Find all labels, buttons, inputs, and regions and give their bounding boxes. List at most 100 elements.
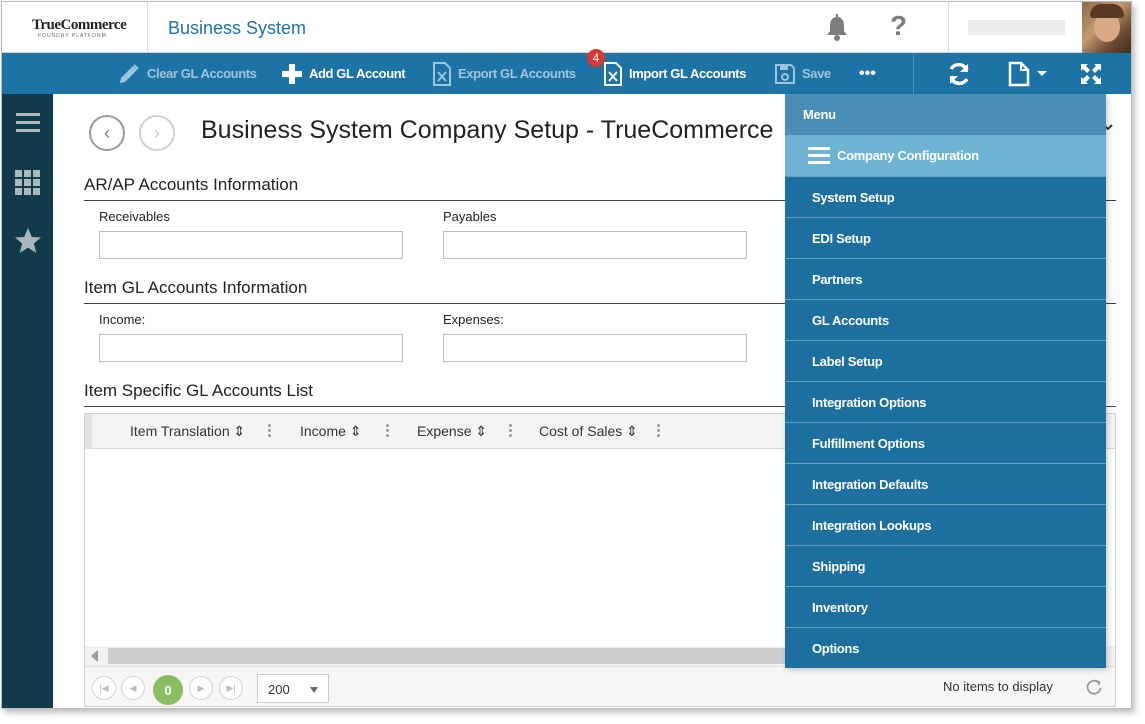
user-name-redacted — [968, 20, 1065, 35]
menu-item-fulfillment-options[interactable]: Fulfillment Options — [785, 422, 1106, 463]
pager-info: No items to display — [943, 679, 1053, 694]
arap-section-title: AR/AP Accounts Information — [84, 175, 298, 195]
expenses-input[interactable] — [443, 334, 747, 362]
menu-item-edi-setup[interactable]: EDI Setup — [785, 217, 1106, 258]
menu-item-shipping[interactable]: Shipping — [785, 545, 1106, 586]
income-label: Income: — [99, 312, 145, 327]
grid-icon[interactable] — [14, 168, 42, 196]
document-menu-button[interactable] — [1005, 60, 1051, 88]
column-label: Item Translation — [130, 423, 230, 439]
hamburger-icon[interactable] — [14, 109, 42, 137]
import-count-badge: 4 — [587, 49, 605, 67]
left-nav-rail — [2, 94, 53, 709]
item-gl-section-title: Item GL Accounts Information — [84, 278, 307, 298]
avatar-hair — [1090, 4, 1124, 18]
sort-icon: ⇕ — [234, 423, 246, 439]
refresh-icon[interactable] — [1085, 678, 1103, 696]
excel-import-icon — [603, 62, 623, 86]
last-page-button[interactable]: ▶| — [219, 676, 243, 700]
scrollbar-thumb[interactable] — [108, 648, 788, 664]
page-size-value: 200 — [268, 682, 290, 697]
column-menu-handle[interactable] — [386, 423, 390, 439]
logo[interactable]: TrueCommerce FOUNDRY PLATFORM — [2, 2, 148, 53]
payables-input[interactable] — [443, 231, 747, 259]
action-toolbar: Clear GL Accounts Add GL Account Export … — [2, 53, 1132, 94]
clear-gl-accounts-label: Clear GL Accounts — [147, 66, 257, 81]
menu-item-label-setup[interactable]: Label Setup — [785, 340, 1106, 381]
expenses-label: Expenses: — [443, 312, 504, 327]
excel-export-icon — [432, 62, 452, 86]
app-window: TrueCommerce FOUNDRY PLATFORM Business S… — [1, 1, 1132, 709]
menu-item-gl-accounts[interactable]: GL Accounts — [785, 299, 1106, 340]
receivables-input[interactable] — [99, 231, 403, 259]
menu-item-inventory[interactable]: Inventory — [785, 586, 1106, 627]
help-icon[interactable]: ? — [890, 10, 907, 42]
clear-gl-accounts-button[interactable]: Clear GL Accounts — [117, 53, 257, 94]
payables-label: Payables — [443, 209, 496, 224]
import-gl-accounts-button[interactable]: Import GL Accounts — [603, 53, 746, 94]
pencil-icon — [117, 62, 141, 86]
receivables-label: Receivables — [99, 209, 170, 224]
export-gl-accounts-label: Export GL Accounts — [458, 66, 576, 81]
column-header-cost-of-sales[interactable]: Cost of Sales ⇕ — [539, 423, 638, 440]
menu-item-integration-defaults[interactable]: Integration Defaults — [785, 463, 1106, 504]
scroll-left-icon[interactable] — [91, 650, 98, 662]
back-button[interactable]: ‹ — [89, 115, 125, 151]
column-label: Income — [300, 423, 346, 439]
bell-icon[interactable] — [824, 14, 850, 42]
first-page-button[interactable]: |◀ — [92, 676, 116, 700]
menu-company-configuration[interactable]: Company Configuration — [785, 135, 1106, 176]
save-label: Save — [802, 66, 831, 81]
user-menu[interactable] — [948, 2, 1132, 53]
sort-icon: ⇕ — [475, 423, 487, 439]
avatar[interactable] — [1082, 2, 1132, 53]
document-icon — [1008, 61, 1030, 87]
column-header-income[interactable]: Income ⇕ — [300, 423, 362, 440]
chevron-down-icon — [310, 687, 318, 693]
page-size-select[interactable]: 200 — [257, 674, 329, 703]
menu-item-system-setup[interactable]: System Setup — [785, 176, 1106, 217]
refresh-icon[interactable] — [944, 60, 974, 88]
more-actions-button[interactable]: ••• — [859, 53, 876, 94]
star-icon[interactable] — [14, 227, 42, 255]
menu-header: Menu — [785, 94, 1106, 135]
save-icon — [774, 63, 796, 85]
expand-icon[interactable] — [1076, 60, 1106, 88]
column-header-expense[interactable]: Expense ⇕ — [417, 423, 487, 440]
next-page-button[interactable]: ▶ — [189, 676, 213, 700]
page-title: Business System Company Setup - TrueComm… — [201, 116, 773, 145]
current-page-indicator[interactable]: 0 — [153, 675, 183, 705]
column-label: Cost of Sales — [539, 423, 622, 439]
logo-subtext: FOUNDRY PLATFORM — [38, 33, 107, 39]
chevron-down-icon — [1036, 70, 1048, 78]
app-title[interactable]: Business System — [168, 18, 306, 39]
menu-item-partners[interactable]: Partners — [785, 258, 1106, 299]
income-input[interactable] — [99, 334, 403, 362]
menu-company-configuration-label: Company Configuration — [837, 148, 979, 163]
add-gl-account-label: Add GL Account — [309, 66, 405, 81]
column-label: Expense — [417, 423, 471, 439]
more-actions-label: ••• — [859, 65, 876, 83]
sort-icon: ⇕ — [626, 423, 638, 439]
sort-icon: ⇕ — [350, 423, 362, 439]
column-menu-handle[interactable] — [657, 423, 661, 439]
export-gl-accounts-button[interactable]: Export GL Accounts — [432, 53, 576, 94]
toolbar-divider — [913, 53, 914, 94]
forward-button[interactable]: › — [139, 115, 175, 151]
hamburger-icon — [808, 147, 830, 164]
previous-page-button[interactable]: ◀ — [121, 676, 145, 700]
menu-item-integration-options[interactable]: Integration Options — [785, 381, 1106, 422]
column-menu-handle[interactable] — [509, 423, 513, 439]
column-menu-handle[interactable] — [268, 423, 272, 439]
forward-chevron-icon: › — [154, 123, 160, 144]
logo-text: TrueCommerce — [32, 17, 126, 34]
menu-item-integration-lookups[interactable]: Integration Lookups — [785, 504, 1106, 545]
menu-item-options[interactable]: Options — [785, 627, 1106, 668]
save-button[interactable]: Save — [774, 53, 831, 94]
gl-list-section-title: Item Specific GL Accounts List — [84, 381, 313, 401]
column-header-item-translation[interactable]: Item Translation ⇕ — [130, 423, 245, 440]
configuration-menu: Menu Company Configuration System Setup … — [785, 94, 1106, 668]
grid-header-stripe — [85, 414, 92, 449]
add-gl-account-button[interactable]: Add GL Account — [281, 53, 405, 94]
back-chevron-icon: ‹ — [104, 123, 110, 144]
